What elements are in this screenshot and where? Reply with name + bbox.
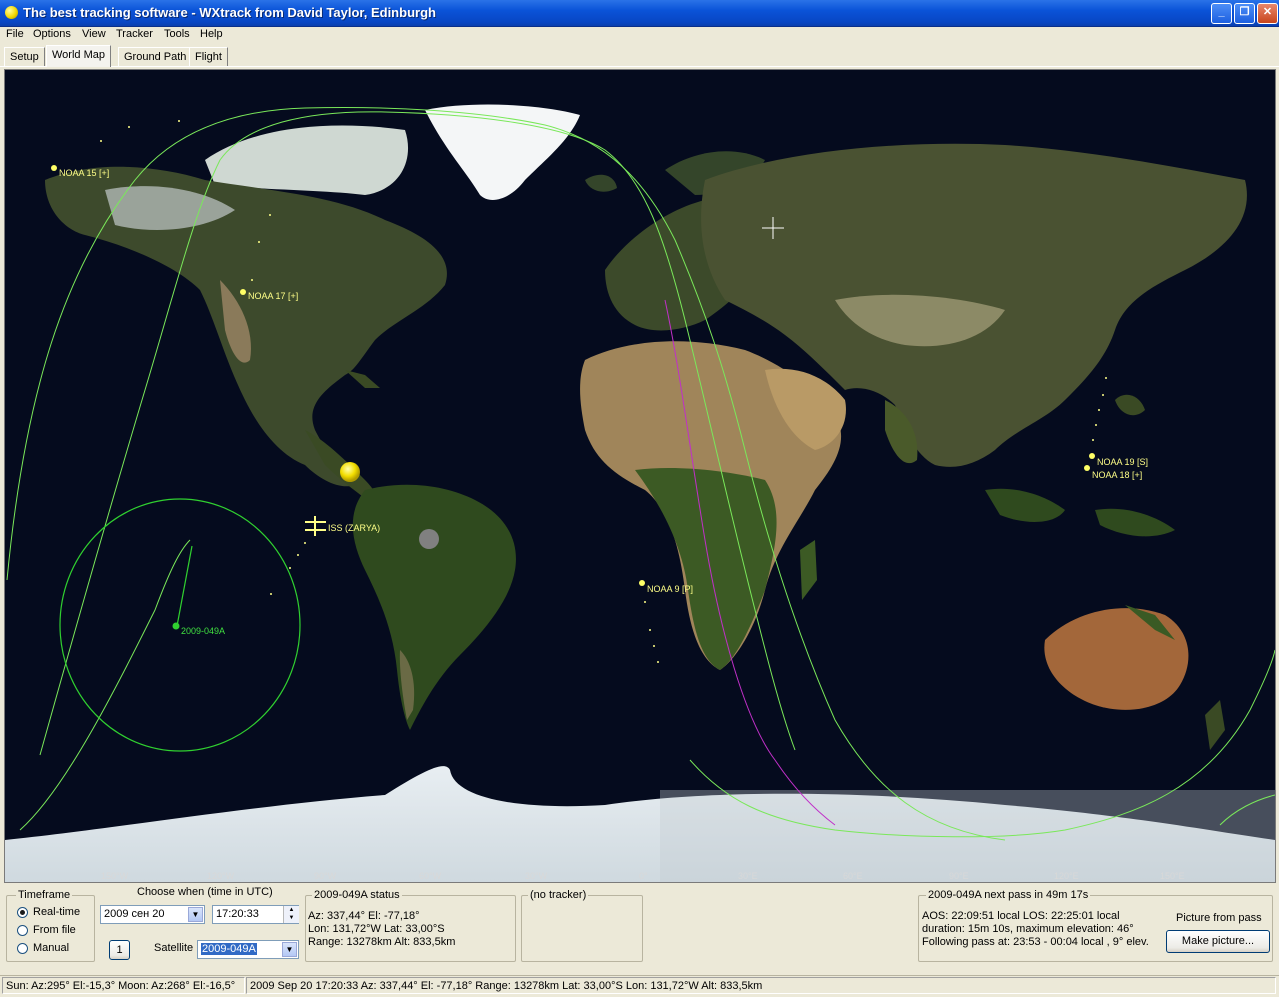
lon-label: 30°W [525,871,548,881]
app-icon[interactable] [5,6,18,19]
menu-help[interactable]: Help [200,28,223,40]
from-file-radio[interactable] [17,925,28,936]
lon-label: 120°E [1054,871,1079,881]
lon-label: 60°E [843,871,863,881]
minimize-button[interactable]: _ [1211,3,1232,24]
status-az-el: Az: 337,44° El: -77,18° [308,910,420,922]
picture-label: Picture from pass [1176,912,1262,924]
satellite-marker-noaa18[interactable] [1084,465,1090,471]
lon-label: 150°W [101,871,129,881]
manual-radio[interactable] [17,943,28,954]
status-range-alt: Range: 13278km Alt: 833,5km [308,936,456,948]
lon-label: 90°W [314,871,337,881]
menu-options[interactable]: Options [33,28,71,40]
satellite-label-noaa17: NOAA 17 [+] [248,291,298,301]
sun-icon [340,462,360,482]
world-map-canvas[interactable]: NOAA 15 [+] NOAA 17 [+] ISS (ZARYA) NOAA… [5,70,1275,882]
menu-tools[interactable]: Tools [164,28,190,40]
satellite-label-noaa15: NOAA 15 [+] [59,168,109,178]
time-value: 17:20:33 [216,908,259,920]
lon-label: 60°W [419,871,442,881]
manual-label[interactable]: Manual [33,942,69,954]
moon-icon [419,529,439,549]
satellite-label-noaa9: NOAA 9 [P] [647,584,693,594]
satellite-label-iss: ISS (ZARYA) [328,523,380,533]
time-spinner-icon[interactable]: ▲ ▼ [283,906,299,923]
next-pass-following: Following pass at: 23:53 - 00:04 local ,… [922,936,1149,948]
satellite-label-noaa19: NOAA 19 [S] [1097,457,1148,467]
make-picture-button[interactable]: Make picture... [1166,930,1270,953]
satellite-marker-noaa19[interactable] [1089,453,1095,459]
window-title: The best tracking software - WXtrack fro… [23,5,436,20]
close-button[interactable]: ✕ [1257,3,1278,24]
tracker-title: (no tracker) [528,889,589,901]
tracker-group [521,895,643,962]
satellite-label: Satellite [154,942,194,954]
step-button[interactable]: 1 [109,940,130,960]
choose-when-title: Choose when (time in UTC) [137,886,273,898]
satellite-label-noaa18: NOAA 18 [+] [1092,470,1142,480]
satellite-marker-2009-049a[interactable] [172,622,180,630]
status-lon-lat: Lon: 131,72°W Lat: 33,00°S [308,923,445,935]
maximize-button[interactable]: ❐ [1234,3,1255,24]
tab-setup[interactable]: Setup [4,47,45,66]
status-title: 2009-049A status [312,889,402,901]
world-map[interactable]: NOAA 15 [+] NOAA 17 [+] ISS (ZARYA) NOAA… [4,69,1276,883]
status-sun-moon: Sun: Az:295° El:-15,3° Moon: Az:268° El:… [2,977,245,994]
lon-label: 0° [639,871,648,881]
satellite-select-value: 2009-049A [201,943,257,955]
antarctica-night-shade [660,790,1275,882]
tab-ground-path[interactable]: Ground Path [118,47,193,66]
from-file-label[interactable]: From file [33,924,76,936]
menu-bar [0,26,1279,44]
next-pass-title: 2009-049A next pass in 49m 17s [926,889,1091,901]
timeframe-title: Timeframe [16,889,73,901]
realtime-radio[interactable] [17,907,28,918]
satellite-label-2009-049a: 2009-049A [181,626,225,636]
satellite-marker-noaa17[interactable] [240,289,246,295]
menu-file[interactable]: File [6,28,24,40]
satellite-dropdown-arrow-icon[interactable]: ▼ [282,942,297,957]
satellite-marker-noaa15[interactable] [51,165,57,171]
realtime-label[interactable]: Real-time [33,906,80,918]
tab-world-map[interactable]: World Map [46,45,111,67]
satellite-marker-noaa9[interactable] [639,580,645,586]
menu-view[interactable]: View [82,28,106,40]
menu-tracker[interactable]: Tracker [116,28,153,40]
next-pass-duration: duration: 15m 10s, maximum elevation: 46… [922,923,1134,935]
lon-label: 150°E [1160,871,1185,881]
next-pass-aos-los: AOS: 22:09:51 local LOS: 22:25:01 local [922,910,1120,922]
tab-flight[interactable]: Flight [189,47,228,66]
date-dropdown-arrow-icon[interactable]: ▼ [188,907,203,922]
lon-label: 90°E [949,871,969,881]
lon-label: 120°W [207,871,235,881]
lon-label: 30°E [738,871,758,881]
date-value: 2009 сен 20 [104,908,165,920]
status-details: 2009 Sep 20 17:20:33 Az: 337,44° El: -77… [246,977,1276,994]
